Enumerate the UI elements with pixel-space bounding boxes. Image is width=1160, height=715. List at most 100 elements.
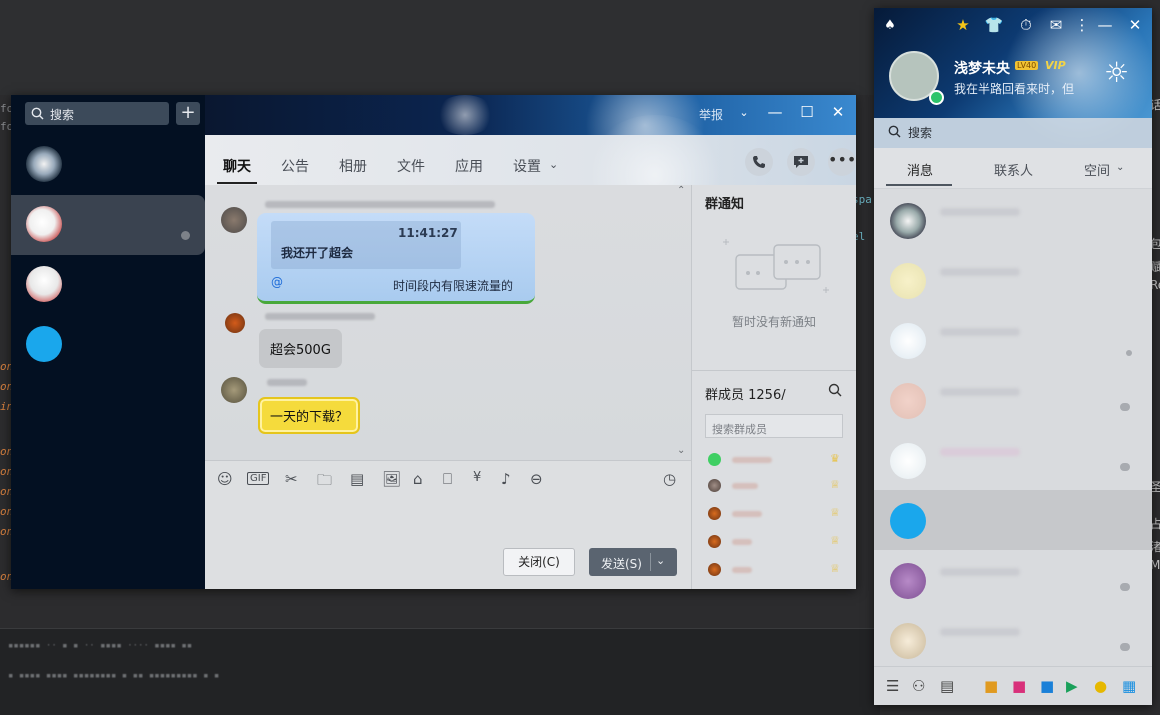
tab-announcement[interactable]: 公告	[281, 156, 309, 176]
close-icon[interactable]: ✕	[1125, 16, 1145, 34]
sidebar-search-input[interactable]: 搜索	[25, 102, 169, 125]
blurred-name	[940, 268, 1020, 276]
app-center-icon[interactable]: ▦	[1122, 677, 1136, 695]
chevron-down-icon[interactable]: ⌄	[734, 106, 754, 119]
member-name	[732, 483, 758, 489]
gif-icon[interactable]: GIF	[247, 472, 270, 485]
report-button[interactable]: 举报	[699, 106, 723, 123]
history-clock-icon[interactable]: ◷	[663, 470, 676, 488]
message-list-item[interactable]	[874, 370, 1152, 430]
message-bubble[interactable]: 超会500G	[259, 329, 342, 368]
book-icon[interactable]: ▤	[350, 470, 364, 488]
emoji-icon[interactable]: ☺	[217, 470, 233, 488]
cloud-drive-icon[interactable]: ■	[1040, 677, 1054, 695]
member-name	[732, 511, 762, 517]
active-tab-underline	[217, 182, 257, 184]
tab-qzone[interactable]: 空间	[1084, 160, 1110, 179]
scissors-icon[interactable]: ✂	[285, 470, 298, 488]
maximize-icon[interactable]: ☐	[797, 103, 817, 121]
tab-settings[interactable]: 设置	[513, 156, 541, 176]
message-bubble-reply[interactable]: 11:41:27 我还开了超会 @ 时间段内有限速流量的	[257, 213, 535, 304]
mention-symbol: @	[271, 275, 283, 289]
unread-dot	[181, 231, 190, 240]
add-button[interactable]: +	[176, 102, 200, 125]
app-manager-icon[interactable]: ▤	[940, 677, 954, 695]
mail-icon[interactable]: ✉	[1046, 16, 1066, 34]
tab-messages[interactable]: 消息	[907, 160, 933, 179]
message-bubble[interactable]: 一天的下载？	[258, 397, 361, 434]
vip-badge[interactable]: VIP	[1045, 59, 1066, 72]
folder-icon[interactable]: 🗀	[317, 470, 332, 495]
browser-icon[interactable]: ●	[1094, 677, 1107, 695]
minimize-icon[interactable]: —	[765, 103, 785, 121]
avatar[interactable]	[221, 377, 247, 403]
member-row[interactable]: ♛	[708, 452, 848, 473]
menu-dots-icon[interactable]: ⋮	[1072, 16, 1092, 34]
minimize-icon[interactable]: —	[1095, 16, 1115, 34]
phone-call-button[interactable]	[745, 148, 773, 176]
chevron-down-icon[interactable]: ⌄	[656, 554, 665, 567]
image-icon[interactable]: 🖼	[382, 470, 401, 488]
close-icon[interactable]: ✕	[828, 103, 848, 121]
member-row[interactable]: ♕	[708, 562, 848, 583]
tab-contacts[interactable]: 联系人	[994, 160, 1033, 179]
message-list-item[interactable]	[874, 250, 1152, 310]
chevron-down-icon[interactable]: ⌄	[549, 158, 558, 171]
conversation-item-active[interactable]	[11, 195, 205, 255]
red-packet-icon[interactable]: ¥	[473, 470, 481, 485]
close-button[interactable]: 关闭(C)	[503, 548, 575, 576]
user-signature[interactable]: 我在半路回看来时，但	[954, 80, 1074, 97]
tab-album[interactable]: 相册	[339, 156, 367, 176]
weather-sun-icon[interactable]: ☼	[1104, 56, 1129, 89]
message-list-item[interactable]	[874, 610, 1152, 670]
member-search-input[interactable]: 搜索群成员	[705, 414, 843, 438]
online-status-icon	[929, 90, 944, 105]
member-row[interactable]: ♕	[708, 478, 848, 499]
toolbox-icon[interactable]: ⌂	[413, 470, 423, 488]
contact-search-placeholder: 搜索	[908, 126, 933, 140]
search-icon[interactable]	[828, 383, 842, 401]
message-list-item-active[interactable]	[874, 490, 1152, 550]
member-row[interactable]: ♕	[708, 534, 848, 555]
message-list-item[interactable]	[874, 430, 1152, 490]
snowflake-decoration	[435, 95, 495, 135]
scroll-up-icon[interactable]: ⌃	[677, 185, 685, 196]
gift-icon[interactable]: ⎕	[443, 470, 452, 488]
conversation-item[interactable]	[11, 315, 205, 375]
message-list-item[interactable]	[874, 190, 1152, 250]
bell-mute-icon[interactable]: ♪	[501, 470, 511, 488]
status-dot	[1120, 583, 1130, 591]
new-chat-button[interactable]	[787, 148, 815, 176]
main-tabs: 消息 联系人 空间 ⌄	[874, 148, 1152, 189]
send-button[interactable]: 发送(S) ⌄	[589, 548, 677, 576]
avatar[interactable]	[225, 313, 245, 333]
star-icon[interactable]: ★	[953, 16, 973, 34]
contact-search-input[interactable]: 搜索	[874, 118, 1152, 148]
game-icon[interactable]: ■	[984, 677, 998, 695]
avatar	[890, 383, 926, 419]
tab-files[interactable]: 文件	[397, 156, 425, 176]
timer-icon[interactable]: ⏱	[1016, 16, 1036, 34]
conversation-item[interactable]	[11, 255, 205, 315]
more-circle-icon[interactable]: ⊖	[530, 470, 543, 488]
tab-apps[interactable]: 应用	[455, 156, 483, 176]
avatar	[890, 563, 926, 599]
add-contact-icon[interactable]: ⚇	[912, 677, 925, 695]
scroll-down-icon[interactable]: ⌄	[677, 445, 685, 456]
qq-penguin-icon[interactable]: ♠	[880, 18, 900, 33]
main-menu-icon[interactable]: ☰	[886, 677, 899, 695]
avatar[interactable]	[221, 207, 247, 233]
member-name	[732, 539, 752, 545]
more-icon[interactable]: •••	[828, 148, 856, 176]
chevron-down-icon[interactable]: ⌄	[1116, 162, 1124, 173]
message-list-item[interactable]	[874, 550, 1152, 610]
music-icon[interactable]: ■	[1012, 677, 1026, 695]
blurred-name	[940, 208, 1020, 216]
member-row[interactable]: ♕	[708, 506, 848, 527]
message-list-item[interactable]	[874, 310, 1152, 370]
tab-chat[interactable]: 聊天	[223, 156, 251, 176]
conversation-item[interactable]	[11, 135, 205, 195]
message-input-area[interactable]: ☺ GIF ✂ 🗀 ▤ 🖼 ⌂ ⎕ ¥ ♪ ⊖ ◷ 关闭(C) 发送(S) ⌄	[205, 460, 691, 589]
skin-shirt-icon[interactable]: 👕	[984, 16, 1004, 34]
video-icon[interactable]: ▶	[1066, 677, 1078, 695]
